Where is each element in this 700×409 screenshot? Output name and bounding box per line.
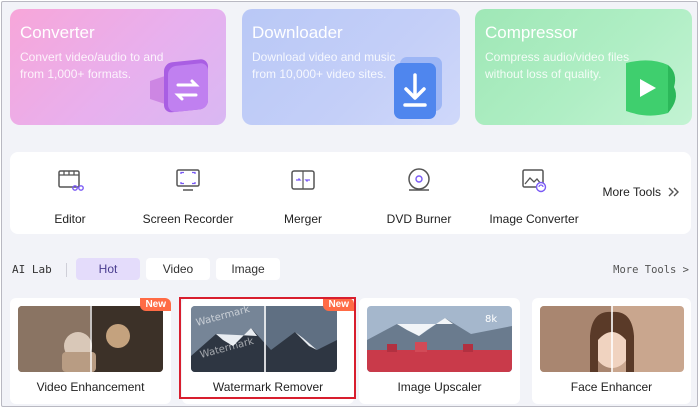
downloader-card[interactable]: Downloader Download video and music from… bbox=[242, 9, 460, 125]
converter-icon bbox=[150, 59, 208, 113]
tools-bar: Editor Screen Recorder Merger DVD Burner… bbox=[10, 152, 691, 234]
double-chevron-right-icon bbox=[668, 187, 679, 197]
converter-card[interactable]: Converter Convert video/audio to and fro… bbox=[10, 9, 226, 125]
tool-image-converter[interactable]: Image Converter bbox=[488, 152, 580, 234]
tab-image[interactable]: Image bbox=[216, 258, 280, 280]
divider bbox=[66, 263, 67, 277]
tool-editor-label: Editor bbox=[54, 212, 86, 226]
downloader-title: Downloader bbox=[252, 23, 343, 42]
card-video-enhancement[interactable]: New Video Enhancement bbox=[10, 298, 171, 404]
tab-video[interactable]: Video bbox=[146, 258, 210, 280]
merger-icon bbox=[291, 170, 315, 190]
editor-icon bbox=[58, 170, 84, 191]
compressor-desc: Compress audio/video files without loss … bbox=[485, 50, 630, 81]
compressor-icon bbox=[626, 60, 676, 116]
compressor-card[interactable]: Compressor Compress audio/video files wi… bbox=[475, 9, 692, 125]
downloader-desc: Download video and music from 10,000+ vi… bbox=[252, 50, 396, 81]
ai-more-tools-link[interactable]: More Tools > bbox=[613, 264, 689, 276]
converter-title: Converter bbox=[20, 23, 95, 42]
card-video-enhancement-label: Video Enhancement bbox=[36, 380, 145, 394]
face-enhancer-thumbnail bbox=[540, 306, 684, 372]
more-tools-label: More Tools bbox=[602, 185, 661, 199]
image-upscaler-thumbnail: 8k bbox=[367, 306, 512, 372]
video-enhancement-thumbnail bbox=[18, 306, 163, 372]
new-badge: New bbox=[140, 298, 171, 311]
card-image-upscaler[interactable]: 8k Image Upscaler bbox=[359, 298, 520, 404]
ai-lab-header: AI Lab Hot Video Image More Tools > bbox=[2, 258, 697, 282]
screen-recorder-icon bbox=[176, 169, 200, 191]
tab-hot[interactable]: Hot bbox=[76, 258, 140, 280]
card-watermark-remover[interactable]: Watermark Watermark New Watermark Remove… bbox=[182, 298, 354, 404]
ai-lab-title: AI Lab bbox=[12, 263, 52, 276]
tool-merger[interactable]: Merger bbox=[278, 152, 328, 234]
image-converter-icon bbox=[522, 169, 547, 193]
more-tools-button[interactable]: More Tools bbox=[603, 185, 681, 199]
watermark-remover-thumbnail: Watermark Watermark bbox=[191, 306, 337, 372]
tool-dvd-burner-label: DVD Burner bbox=[386, 212, 452, 226]
downloader-icon bbox=[394, 57, 442, 119]
new-badge: New bbox=[323, 298, 354, 311]
tool-dvd-burner[interactable]: DVD Burner bbox=[384, 152, 454, 234]
compressor-title: Compressor bbox=[485, 23, 578, 42]
card-face-enhancer-label: Face Enhancer bbox=[570, 380, 653, 394]
card-image-upscaler-label: Image Upscaler bbox=[397, 380, 482, 394]
tool-image-converter-label: Image Converter bbox=[489, 212, 579, 226]
tool-merger-label: Merger bbox=[283, 212, 322, 226]
dvd-burner-icon bbox=[408, 168, 430, 191]
upscale-8k-text: 8k bbox=[485, 314, 497, 325]
card-face-enhancer[interactable]: Face Enhancer bbox=[532, 298, 691, 404]
tool-screen-recorder-label: Screen Recorder bbox=[142, 212, 234, 226]
tool-editor[interactable]: Editor bbox=[46, 152, 94, 234]
app-window: Converter Convert video/audio to and fro… bbox=[1, 1, 698, 407]
card-watermark-remover-label: Watermark Remover bbox=[212, 380, 324, 394]
tool-screen-recorder[interactable]: Screen Recorder bbox=[140, 152, 236, 234]
